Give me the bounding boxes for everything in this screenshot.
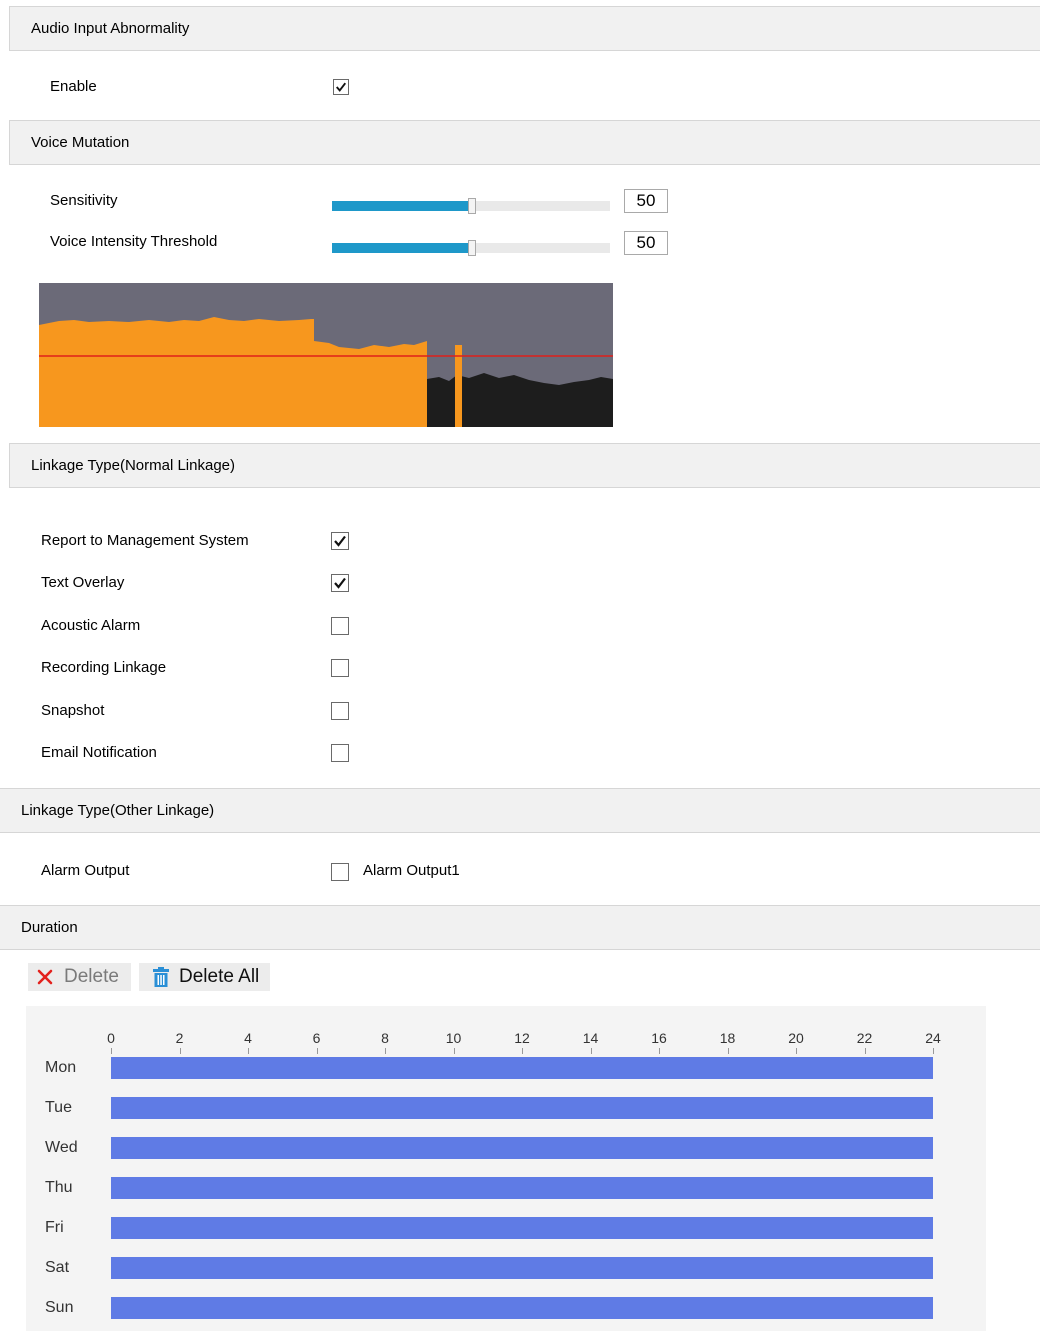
- checkmark-icon: [334, 577, 346, 589]
- hour-tick-mark: [864, 1048, 866, 1054]
- hour-tick-label: 2: [175, 1030, 184, 1046]
- schedule-bar-wed[interactable]: [111, 1137, 933, 1159]
- hour-tick-mark: [248, 1048, 249, 1054]
- schedule-bar-tue[interactable]: [111, 1097, 933, 1119]
- linkage-recording-label: Recording Linkage: [41, 659, 167, 676]
- threshold-slider-fill: [332, 243, 472, 253]
- trash-icon: [153, 967, 169, 987]
- hour-tick-mark: [796, 1048, 797, 1054]
- waveform-inactive-level: [427, 373, 613, 427]
- delete-button-label: Delete: [64, 966, 119, 987]
- section-title: Audio Input Abnormality: [31, 20, 190, 37]
- delete-all-button-label: Delete All: [179, 966, 260, 987]
- hour-tick-label: 8: [381, 1030, 389, 1046]
- checkmark-icon: [334, 535, 346, 547]
- sensitivity-slider-fill: [332, 201, 472, 211]
- hour-tick-label: 24: [925, 1030, 941, 1046]
- linkage-report-checkbox[interactable]: [331, 532, 349, 550]
- hour-tick-label: 12: [514, 1030, 530, 1046]
- hour-tick-mark: [453, 1048, 455, 1054]
- enable-checkbox[interactable]: [333, 79, 349, 95]
- delete-all-button[interactable]: Delete All: [139, 963, 270, 991]
- section-header-normal-linkage: Linkage Type(Normal Linkage): [9, 443, 1040, 488]
- linkage-text-overlay-label: Text Overlay: [41, 574, 125, 591]
- linkage-snapshot-label: Snapshot: [41, 702, 105, 719]
- threshold-label: Voice Intensity Threshold: [50, 233, 218, 250]
- linkage-acoustic-alarm-checkbox[interactable]: [331, 617, 349, 635]
- hour-tick-label: 20: [788, 1030, 804, 1046]
- hour-tick-label: 22: [856, 1030, 873, 1046]
- enable-label: Enable: [50, 78, 97, 95]
- hour-tick-label: 18: [719, 1030, 736, 1046]
- section-header-audio-input: Audio Input Abnormality: [9, 6, 1040, 51]
- sensitivity-slider[interactable]: [332, 198, 610, 214]
- hour-tick-mark: [385, 1048, 386, 1054]
- threshold-slider-thumb[interactable]: [468, 240, 476, 256]
- linkage-email-label: Email Notification: [41, 744, 157, 761]
- day-label-mon: Mon: [45, 1059, 77, 1076]
- section-header-duration: Duration: [0, 905, 1040, 950]
- hour-tick-mark: [659, 1048, 660, 1054]
- section-title: Linkage Type(Other Linkage): [21, 802, 215, 819]
- section-header-other-linkage: Linkage Type(Other Linkage): [0, 788, 1040, 833]
- schedule-bar-mon[interactable]: [111, 1057, 933, 1079]
- hour-tick-mark: [727, 1048, 729, 1054]
- alarm-output1-label: Alarm Output1: [363, 862, 460, 879]
- sensitivity-value-input[interactable]: 50: [624, 189, 668, 213]
- linkage-text-overlay-checkbox[interactable]: [331, 574, 349, 592]
- delete-button[interactable]: Delete: [28, 963, 131, 991]
- day-label-tue: Tue: [45, 1099, 72, 1116]
- hour-tick-label: 4: [244, 1030, 252, 1046]
- close-icon: [37, 969, 53, 985]
- alarm-output-label: Alarm Output: [41, 862, 130, 879]
- audio-waveform: [39, 283, 613, 427]
- hour-tick-mark: [316, 1048, 318, 1054]
- sensitivity-label: Sensitivity: [50, 192, 118, 209]
- schedule-panel: 0 2 4 6 8 10 12 14 16 18 20 22 24 Mon Tue Wed Thu Fri Sat S…: [26, 1006, 986, 1331]
- section-title: Voice Mutation: [31, 134, 130, 151]
- day-label-sat: Sat: [45, 1259, 70, 1276]
- hour-tick-mark: [522, 1048, 523, 1054]
- day-label-sun: Sun: [45, 1299, 74, 1316]
- schedule-bar-fri[interactable]: [111, 1217, 933, 1239]
- section-title: Duration: [21, 919, 78, 936]
- checkmark-icon: [336, 82, 347, 92]
- alarm-output1-checkbox[interactable]: [331, 863, 349, 881]
- linkage-recording-checkbox[interactable]: [331, 659, 349, 677]
- hour-tick-label: 6: [312, 1030, 321, 1046]
- waveform-peak-bar: [455, 345, 462, 427]
- day-label-wed: Wed: [45, 1139, 78, 1156]
- hour-tick-mark: [933, 1048, 934, 1054]
- linkage-email-checkbox[interactable]: [331, 744, 349, 762]
- hour-tick-label: 10: [445, 1030, 462, 1046]
- linkage-snapshot-checkbox[interactable]: [331, 702, 349, 720]
- schedule-bar-sat[interactable]: [111, 1257, 933, 1279]
- day-label-fri: Fri: [45, 1219, 64, 1236]
- section-title: Linkage Type(Normal Linkage): [31, 457, 236, 474]
- linkage-report-label: Report to Management System: [41, 532, 249, 549]
- hour-tick-mark: [179, 1048, 181, 1054]
- hour-tick-mark: [590, 1048, 592, 1054]
- hour-tick-label: 14: [582, 1030, 599, 1046]
- section-header-voice-mutation: Voice Mutation: [9, 120, 1040, 165]
- hour-tick-mark: [111, 1048, 112, 1054]
- schedule-bar-thu[interactable]: [111, 1177, 933, 1199]
- threshold-slider[interactable]: [332, 240, 610, 256]
- threshold-value-input[interactable]: 50: [624, 231, 668, 255]
- schedule-bar-sun[interactable]: [111, 1297, 933, 1319]
- day-label-thu: Thu: [45, 1179, 73, 1196]
- sensitivity-slider-thumb[interactable]: [468, 198, 476, 214]
- hour-tick-label: 0: [107, 1030, 115, 1046]
- hour-tick-label: 16: [651, 1030, 667, 1046]
- linkage-acoustic-alarm-label: Acoustic Alarm: [41, 617, 141, 634]
